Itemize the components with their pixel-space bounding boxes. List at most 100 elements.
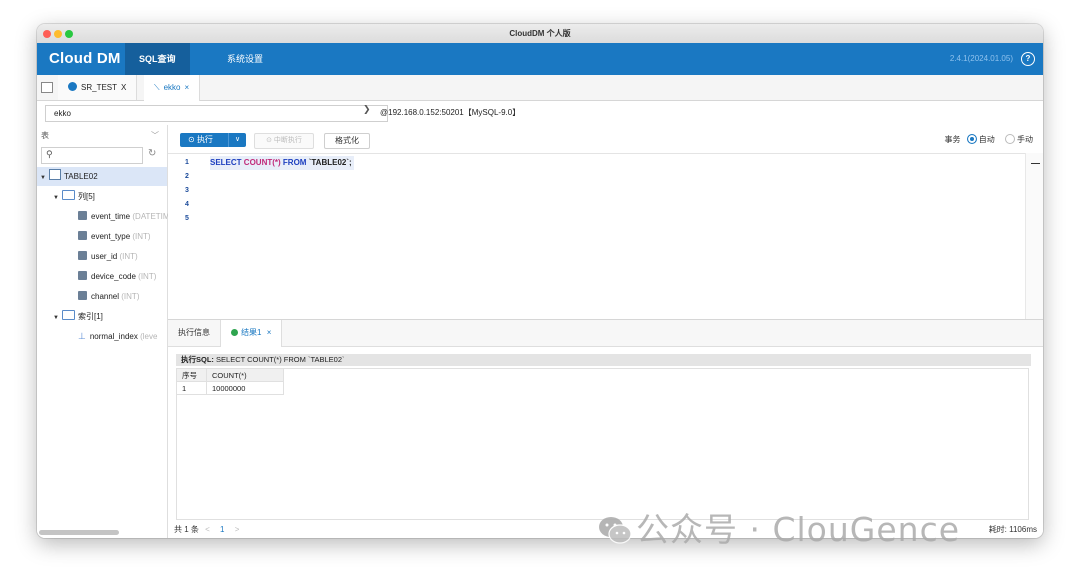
execute-button[interactable]: ⊙ 执行 ∨ (180, 133, 246, 147)
tree-index-folder[interactable]: ▼ 索引[1] (53, 307, 103, 326)
sql-function: COUNT(*) (243, 158, 281, 167)
nav-tab-sql-query[interactable]: SQL查询 (125, 43, 190, 75)
transaction-mode: 事务 自动 手动 (945, 133, 1033, 147)
editor-scrollbar[interactable] (1025, 153, 1043, 319)
version-label: 2.4.1(2024.01.05) (949, 54, 1013, 63)
column-type: (INT) (132, 232, 151, 241)
tree-index-item[interactable]: ⊥ normal_index (leve (78, 327, 157, 346)
expand-triangle-icon[interactable]: ▼ (53, 309, 62, 328)
connection-bar: ekko ❯ @192.168.0.152:50201【MySQL-9.0】 (37, 101, 1043, 126)
executed-sql-label: 执行SQL: (181, 355, 214, 364)
total-count: 共 1 条 (174, 525, 199, 534)
column-name: event_type (91, 232, 131, 241)
index-type: (leve (140, 332, 158, 341)
tree-column-item[interactable]: event_type (INT) (78, 227, 151, 246)
sidebar-scrollbar[interactable] (39, 530, 119, 535)
table-icon (49, 169, 61, 180)
top-navbar: Cloud DM SQL查询 系统设置 2.4.1(2024.01.05) ? (37, 43, 1043, 75)
table-cell[interactable]: 10000000 (207, 382, 284, 395)
chevron-down-icon[interactable]: ∨ (235, 133, 240, 147)
minimize-window-button[interactable] (54, 30, 62, 38)
tree-column-item[interactable]: channel (INT) (78, 287, 139, 306)
chevron-down-icon[interactable]: ❯ (363, 104, 371, 115)
play-circle-icon: ⊙ (188, 135, 195, 144)
connection-info: @192.168.0.152:50201【MySQL-9.0】 (380, 108, 521, 117)
tree-column-item[interactable]: event_time (DATETIME) (78, 207, 178, 226)
radio-auto[interactable] (966, 134, 977, 144)
tab-result-1[interactable]: 结果1 × (220, 320, 283, 347)
column-icon (78, 251, 87, 260)
query-toolbar: ⊙ 执行 ∨ ⊙ 中断执行 格式化 事务 自动 手动 (168, 125, 1043, 153)
object-sidebar: 表 ﹀ ⚲ ↻ ▼ TABLE02 ▼ 列[5] event_time (DATET… (37, 125, 178, 538)
line-number: 1 (185, 159, 189, 166)
sql-keyword: FROM (282, 158, 307, 167)
title-bar: CloudDM 个人版 (37, 24, 1043, 44)
sql-editor[interactable]: 1 2 3 4 5 SELECT COUNT(*) FROM `TABLE02`… (168, 153, 1025, 320)
radio-auto-label: 自动 (978, 135, 995, 144)
results-tab-bar: 执行信息 结果1 × (168, 320, 1043, 347)
wechat-icon (599, 517, 632, 544)
stop-execution-button[interactable]: ⊙ 中断执行 (254, 133, 314, 149)
page-number[interactable]: 1 (220, 525, 224, 534)
search-icon: ⚲ (46, 149, 53, 159)
index-name: normal_index (89, 332, 138, 341)
tab-close-icon[interactable]: × (267, 328, 272, 337)
expand-triangle-icon[interactable]: ▼ (40, 169, 49, 188)
tree-column-item[interactable]: device_code (INT) (78, 267, 156, 286)
tab-close-icon[interactable]: × (185, 83, 190, 92)
radio-manual[interactable] (1005, 134, 1015, 144)
tab-menu-icon[interactable] (41, 82, 53, 93)
column-icon (78, 231, 87, 240)
code-line[interactable]: SELECT COUNT(*) FROM `TABLE02`; (210, 156, 354, 170)
tree-columns-folder[interactable]: ▼ 列[5] (53, 187, 95, 206)
expand-triangle-icon[interactable]: ▼ (53, 189, 62, 208)
folder-icon (62, 310, 75, 320)
stop-circle-icon: ⊙ (266, 137, 272, 144)
object-type-select[interactable]: 表 ﹀ (41, 129, 161, 143)
columns-folder-label: 列[5] (78, 192, 95, 201)
executed-sql-bar: 执行SQL: SELECT COUNT(*) FROM `TABLE02` (176, 354, 1031, 366)
tree-column-item[interactable]: user_id (INT) (78, 247, 138, 266)
column-type: (INT) (138, 272, 157, 281)
column-name: user_id (91, 252, 118, 261)
next-page-button[interactable]: > (235, 525, 240, 534)
column-header[interactable]: COUNT(*) (207, 369, 284, 382)
line-number: 4 (185, 201, 189, 208)
database-select[interactable]: ekko (45, 105, 388, 122)
transaction-label: 事务 (944, 135, 961, 144)
table-name: TABLE02 (64, 172, 98, 181)
success-icon (231, 329, 238, 336)
object-type-label: 表 (41, 131, 49, 140)
chevron-down-icon: ﹀ (151, 131, 159, 140)
line-number: 2 (185, 173, 189, 180)
refresh-icon[interactable]: ↻ (148, 148, 156, 159)
prev-page-button[interactable]: < (205, 525, 210, 534)
tab-execution-info[interactable]: 执行信息 (168, 320, 220, 346)
result-grid: 序号 COUNT(*) 1 10000000 (176, 368, 1029, 520)
column-header[interactable]: 序号 (177, 369, 207, 382)
format-button[interactable]: 格式化 (324, 133, 370, 149)
column-icon (78, 271, 87, 280)
column-name: channel (91, 292, 120, 301)
column-name: event_time (91, 212, 131, 221)
close-window-button[interactable] (43, 30, 51, 38)
column-name: device_code (91, 272, 136, 281)
column-type: (INT) (119, 252, 138, 261)
tree-table-node[interactable]: ▼ TABLE02 (37, 167, 167, 186)
watermark: 公众号 · ClouGence (598, 503, 960, 551)
nav-tab-system-settings[interactable]: 系统设置 (213, 43, 277, 75)
tab-sr-test[interactable]: SR_TEST X (58, 75, 138, 100)
tab-ekko[interactable]: ⟍ ekko × (144, 75, 201, 101)
tab-close-icon[interactable]: X (121, 83, 126, 92)
sql-keyword: SELECT (210, 158, 242, 167)
execute-label: 执行 (196, 135, 213, 144)
execution-time: 耗时: 1106ms (988, 525, 1037, 534)
line-number: 3 (185, 187, 189, 194)
table-cell[interactable]: 1 (177, 382, 207, 395)
object-search-input[interactable]: ⚲ (41, 147, 143, 164)
app-logo: Cloud DM (49, 50, 121, 67)
tab-ekko-label: ekko (163, 83, 181, 92)
index-folder-label: 索引[1] (78, 312, 103, 321)
zoom-window-button[interactable] (65, 30, 73, 38)
help-icon[interactable]: ? (1021, 52, 1035, 66)
